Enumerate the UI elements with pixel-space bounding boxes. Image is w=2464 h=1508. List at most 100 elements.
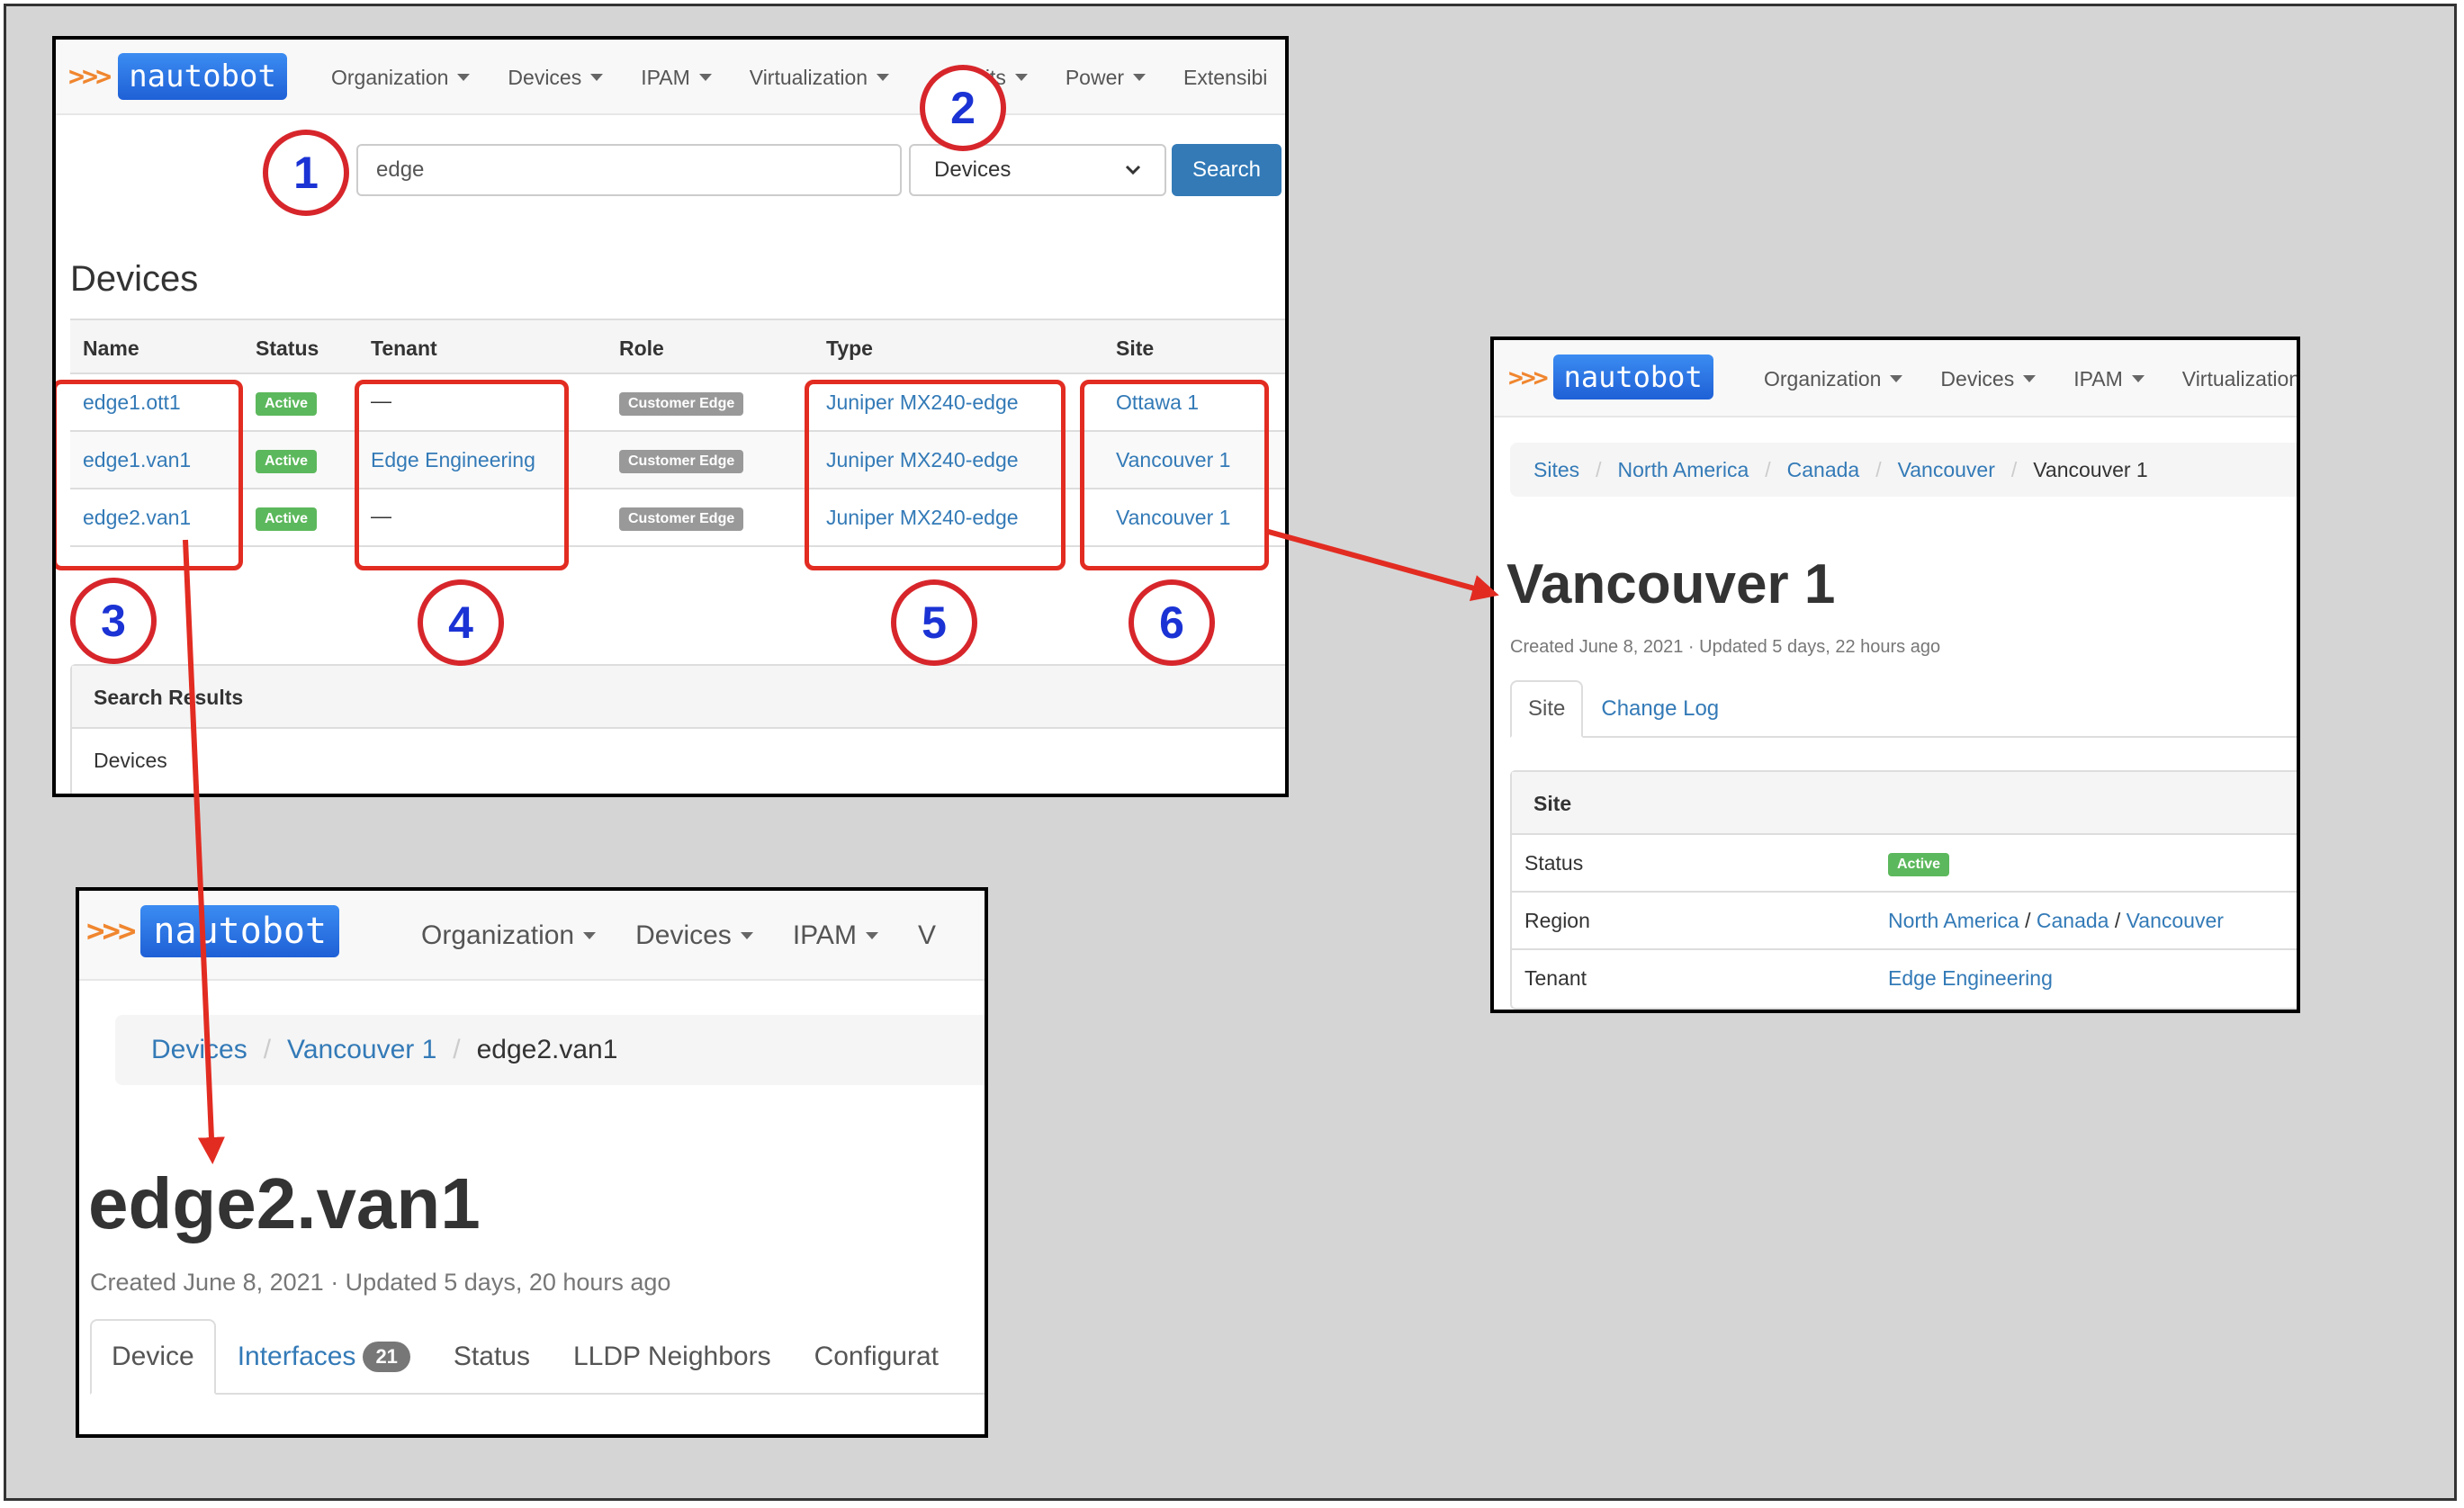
nav-devices[interactable]: Devices bbox=[635, 891, 753, 981]
logo-chevrons: >>> bbox=[1508, 362, 1549, 392]
region-path: North America / Canada / Vancouver bbox=[1888, 909, 2224, 933]
logo-chevrons: >>> bbox=[68, 60, 112, 93]
nav-label: Organization bbox=[331, 65, 449, 89]
navbar: >>> nautobot Organization Devices IPAM V… bbox=[1494, 340, 2297, 417]
nav-label: Virtualization bbox=[2181, 366, 2300, 390]
search-results-item[interactable]: Devices bbox=[72, 729, 1285, 793]
breadcrumb-north-america[interactable]: North America bbox=[1618, 458, 1749, 482]
tab-change-log[interactable]: Change Log bbox=[1583, 680, 1737, 738]
status-badge: Active bbox=[256, 450, 318, 473]
search-results-heading-text: Search Results bbox=[94, 686, 244, 709]
highlight-name-column bbox=[56, 380, 243, 570]
nav-label: IPAM bbox=[2073, 366, 2123, 390]
caret-down-icon bbox=[1133, 74, 1147, 81]
column-header: Role bbox=[619, 337, 664, 360]
tab-status[interactable]: Status bbox=[432, 1319, 552, 1395]
breadcrumb-separator: / bbox=[1875, 457, 1882, 481]
search-scope-select[interactable]: Devices bbox=[909, 144, 1166, 196]
column-header: Name bbox=[83, 337, 139, 360]
nav-label: V bbox=[917, 920, 936, 950]
nav-label: Organization bbox=[1764, 366, 1882, 390]
callout-6: 6 bbox=[1129, 579, 1215, 666]
region-link-north-america[interactable]: North America bbox=[1888, 909, 2019, 932]
nav-label: Devices bbox=[1940, 366, 2015, 390]
caret-down-icon bbox=[590, 74, 604, 81]
column-header: Type bbox=[826, 337, 873, 360]
tenant-link[interactable]: Edge Engineering bbox=[1888, 966, 2053, 991]
device-detail-panel: >>> nautobot Organization Devices IPAM V… bbox=[76, 887, 988, 1438]
status-badge: Active bbox=[256, 507, 318, 531]
tab-device[interactable]: Device bbox=[90, 1319, 216, 1395]
column-header: Tenant bbox=[371, 337, 437, 360]
page-title: edge2.van1 bbox=[88, 1163, 481, 1243]
callout-5: 5 bbox=[891, 579, 977, 666]
nav-devices[interactable]: Devices bbox=[1940, 340, 2037, 417]
tab-lldp-neighbors[interactable]: LLDP Neighbors bbox=[552, 1319, 793, 1395]
tab-bar: Site Change Log bbox=[1510, 680, 2297, 738]
tab-bar: Device Interfaces 21 Status LLDP Neighbo… bbox=[90, 1319, 985, 1395]
nav-organization[interactable]: Organization bbox=[421, 891, 597, 981]
nav-power[interactable]: Power bbox=[1066, 40, 1147, 115]
breadcrumb-devices[interactable]: Devices bbox=[151, 1035, 247, 1065]
nav-label: IPAM bbox=[641, 65, 690, 89]
region-link-vancouver[interactable]: Vancouver bbox=[2127, 909, 2224, 932]
logo-text: nautobot bbox=[140, 905, 340, 957]
nav-organization[interactable]: Organization bbox=[331, 40, 471, 115]
nav-extensibility[interactable]: Extensibi bbox=[1183, 40, 1267, 115]
caret-down-icon bbox=[1014, 74, 1028, 81]
region-separator: / bbox=[2114, 909, 2121, 932]
tenant-row: Tenant Edge Engineering bbox=[1512, 950, 2297, 1008]
nav-virtualization[interactable]: Virtualization bbox=[2181, 340, 2300, 417]
breadcrumb-current: edge2.van1 bbox=[476, 1035, 618, 1064]
breadcrumb-separator: / bbox=[453, 1035, 461, 1064]
nav-label: Devices bbox=[635, 920, 732, 950]
breadcrumb-canada[interactable]: Canada bbox=[1787, 458, 1860, 482]
nav-ipam[interactable]: IPAM bbox=[793, 891, 878, 981]
search-results-panel: >>> nautobot Organization Devices IPAM V… bbox=[52, 36, 1289, 797]
role-badge[interactable]: Customer Edge bbox=[619, 450, 744, 473]
nav-ipam[interactable]: IPAM bbox=[641, 40, 712, 115]
table-header-row: Name Status Tenant Role Type Site bbox=[70, 319, 1285, 374]
page-meta: Created June 8, 2021 · Updated 5 days, 2… bbox=[90, 1269, 671, 1296]
column-header: Status bbox=[256, 337, 319, 360]
nav-devices[interactable]: Devices bbox=[508, 40, 604, 115]
nav-virtualization[interactable]: Virtualization bbox=[749, 40, 890, 115]
region-link-canada[interactable]: Canada bbox=[2037, 909, 2109, 932]
search-results-box: Search Results Devices bbox=[70, 664, 1285, 794]
search-scope-value: Devices bbox=[934, 157, 1012, 182]
search-results-heading: Search Results bbox=[72, 666, 1285, 729]
nav-virtualization[interactable]: V bbox=[918, 891, 936, 981]
logo[interactable]: >>> nautobot bbox=[1508, 355, 1713, 399]
devices-heading: Devices bbox=[70, 259, 199, 299]
tab-site[interactable]: Site bbox=[1510, 680, 1584, 738]
search-input[interactable] bbox=[356, 144, 902, 196]
caret-down-icon bbox=[740, 932, 753, 939]
region-row: Region North America / Canada / Vancouve… bbox=[1512, 893, 2297, 950]
caret-down-icon bbox=[877, 74, 890, 81]
site-info-panel: Site Status Active Region North America … bbox=[1510, 770, 2297, 1010]
breadcrumb-site[interactable]: Vancouver 1 bbox=[287, 1035, 436, 1065]
nav-label: Organization bbox=[421, 920, 575, 950]
caret-down-icon bbox=[583, 932, 597, 939]
role-badge[interactable]: Customer Edge bbox=[619, 507, 744, 531]
logo[interactable]: >>> nautobot bbox=[68, 53, 287, 100]
search-button[interactable]: Search bbox=[1172, 144, 1281, 196]
role-badge[interactable]: Customer Edge bbox=[619, 392, 744, 416]
breadcrumb-sites[interactable]: Sites bbox=[1533, 458, 1579, 482]
logo-text: nautobot bbox=[1552, 355, 1713, 399]
nav-organization[interactable]: Organization bbox=[1764, 340, 1903, 417]
logo[interactable]: >>> nautobot bbox=[86, 905, 340, 957]
highlight-tenant-column bbox=[355, 380, 569, 570]
column-header: Site bbox=[1116, 337, 1155, 360]
caret-down-icon bbox=[2131, 375, 2145, 382]
navbar: >>> nautobot Organization Devices IPAM V bbox=[79, 891, 985, 981]
callout-1: 1 bbox=[263, 130, 349, 216]
nav-ipam[interactable]: IPAM bbox=[2073, 340, 2145, 417]
breadcrumb-vancouver[interactable]: Vancouver bbox=[1898, 458, 1995, 482]
callout-3: 3 bbox=[70, 578, 157, 664]
page-meta: Created June 8, 2021 · Updated 5 days, 2… bbox=[1510, 637, 1941, 657]
tab-interfaces[interactable]: Interfaces 21 bbox=[216, 1319, 432, 1395]
nav-label: Virtualization bbox=[749, 65, 868, 89]
tab-configuration[interactable]: Configurat bbox=[793, 1319, 960, 1395]
region-separator: / bbox=[2025, 909, 2031, 932]
